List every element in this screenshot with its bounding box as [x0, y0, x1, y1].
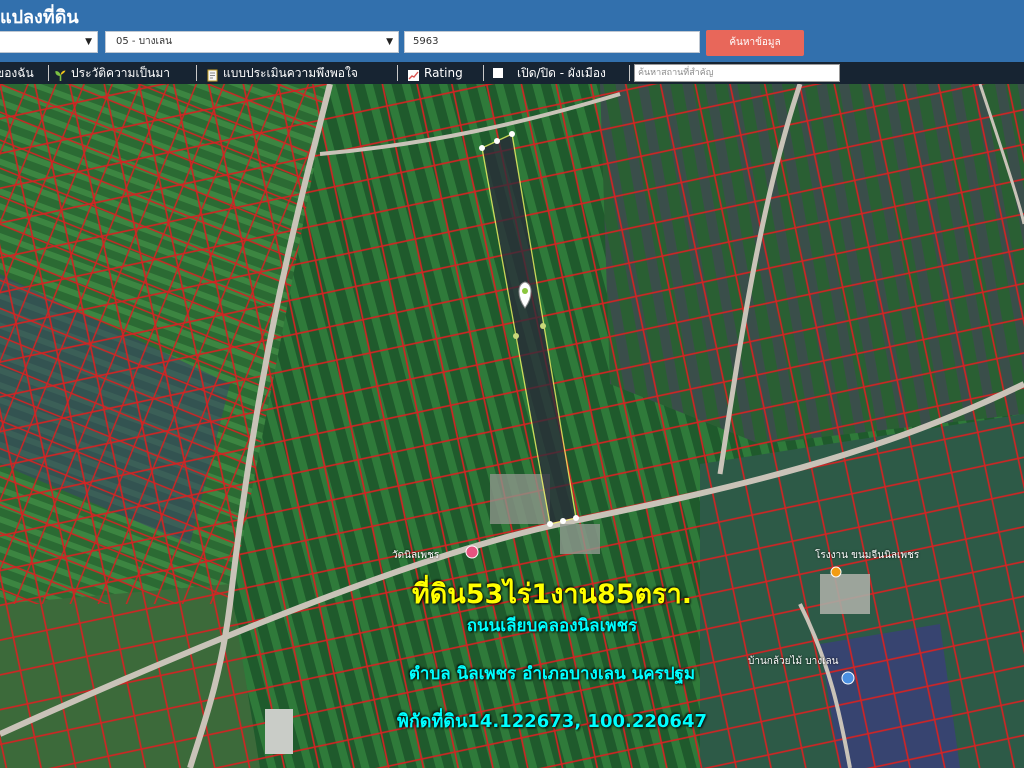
land-size-caption: ที่ดิน53ไร่1งาน85ตรา. [411, 579, 693, 610]
toolbar-divider [483, 65, 484, 81]
parcel-number-input[interactable]: 5963 [404, 31, 700, 53]
app-header: แปลงที่ดิน ▼ 05 - บางเลน ▼ 5963 ค้นหาข้อ… [0, 0, 1024, 62]
sprout-icon [54, 67, 67, 81]
province-select[interactable]: ▼ [0, 31, 98, 53]
chart-icon [407, 67, 420, 81]
toolbar-item-label: ประวัติความเป็นมา [71, 66, 171, 80]
toolbar-item-label: ของฉัน [0, 66, 34, 80]
poi-label: โรงงาน ขนมจีนนิลเพชร [815, 550, 920, 561]
toolbar-item-history[interactable]: ประวัติความเป็นมา [54, 62, 170, 84]
place-search-input[interactable]: ค้นหาสถานที่สำคัญ [634, 64, 840, 82]
road-caption: ถนนเลียบคลองนิลเพชร [466, 616, 638, 636]
toolbar-item-rating[interactable]: Rating [407, 62, 463, 84]
parcel-number-value: 5963 [413, 36, 439, 47]
toolbar-item-survey[interactable]: แบบประเมินความพึงพอใจ [206, 62, 358, 84]
search-button[interactable]: ค้นหาข้อมูล [706, 30, 804, 56]
coordinates-caption: พิกัดที่ดิน14.122673, 100.220647 [396, 711, 707, 732]
toolbar-divider [196, 65, 197, 81]
document-icon [206, 67, 219, 81]
toolbar-item-label: เปิด/ปิด - ผังเมือง [517, 66, 606, 80]
chevron-down-icon: ▼ [386, 37, 393, 47]
toolbar-divider [629, 65, 630, 81]
toolbar-item-mine[interactable]: ของฉัน [0, 62, 34, 84]
toolbar-item-city-plan[interactable]: เปิด/ปิด - ผังเมือง [493, 62, 606, 84]
checkbox-icon[interactable] [493, 68, 503, 78]
page-title: แปลงที่ดิน [0, 7, 79, 28]
place-search-placeholder: ค้นหาสถานที่สำคัญ [638, 68, 714, 78]
district-select[interactable]: 05 - บางเลน ▼ [105, 31, 399, 53]
chevron-down-icon: ▼ [85, 37, 92, 47]
toolbar-divider [397, 65, 398, 81]
toolbar-item-label: Rating [424, 66, 463, 80]
toolbar-item-label: แบบประเมินความพึงพอใจ [223, 66, 358, 80]
toolbar-divider [48, 65, 49, 81]
poi-label: วัดนิลเพชร [392, 550, 440, 561]
district-select-value: 05 - บางเลน [116, 36, 172, 47]
toolbar: ของฉัน ประวัติความเป็นมา แบบประเมินความพ… [0, 62, 1024, 84]
location-caption: ตำบล นิลเพชร อำเภอบางเลน นครปฐม [408, 664, 696, 684]
